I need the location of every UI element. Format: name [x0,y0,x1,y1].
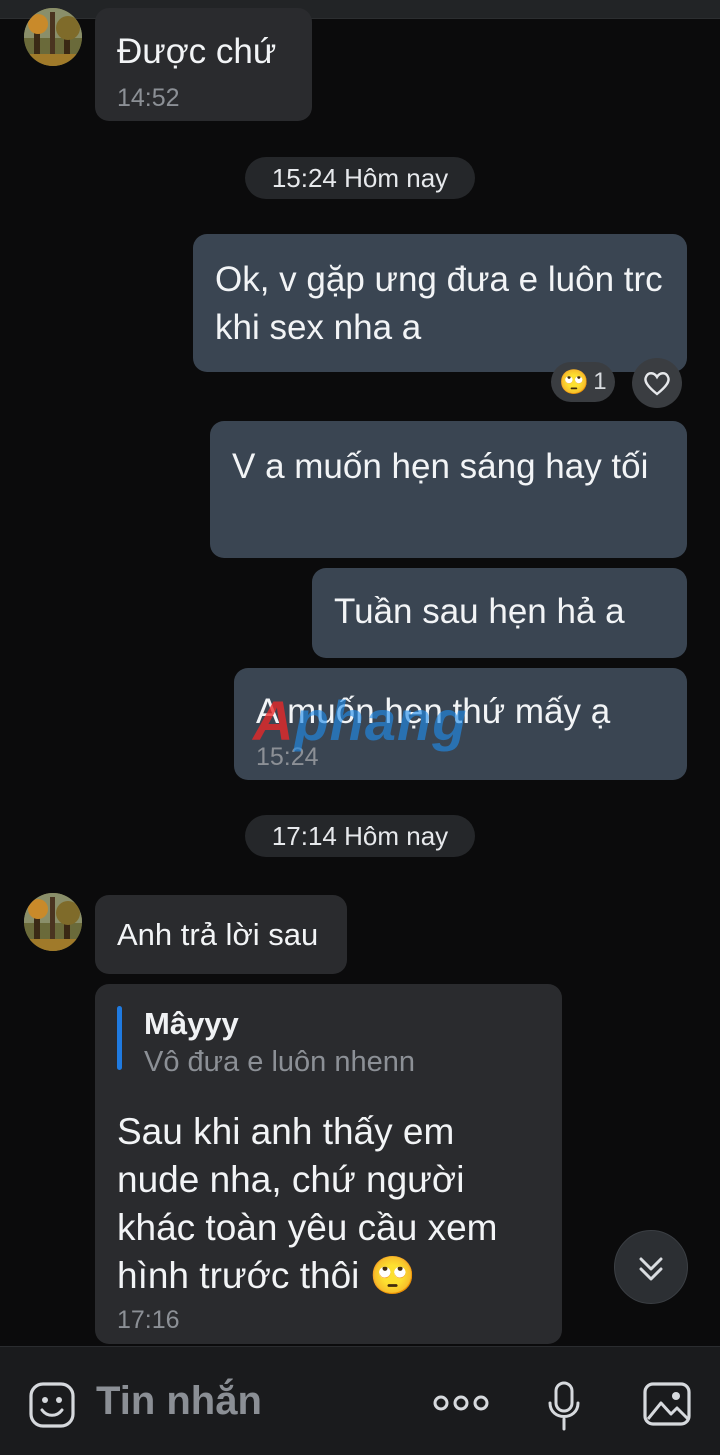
quote-text: Vô đưa e luôn nhenn [144,1046,415,1078]
quote-bar [117,1006,122,1070]
message-text: V a muốn hẹn sáng hay tối [232,447,649,486]
image-icon[interactable] [642,1381,692,1427]
message-bubble-incoming[interactable]: Anh trả lời sau [95,895,347,974]
chevron-down-icon [639,1257,663,1281]
message-text: Được chứ [117,32,277,71]
sticker-icon[interactable] [28,1381,76,1429]
message-text: A muốn hẹn thứ mấy ạ [256,692,611,731]
scroll-to-bottom-button[interactable] [614,1230,688,1304]
contact-avatar[interactable] [24,8,82,66]
message-time: 15:24 [256,743,319,771]
message-emoji: 🙄 [369,1255,416,1296]
contact-avatar[interactable] [24,893,82,951]
message-text: Anh trả lời sau [117,917,319,952]
message-composer: Tin nhắn [0,1346,720,1455]
date-divider: 15:24 Hôm nay [245,157,475,199]
reaction-count: 1 [593,368,607,395]
reaction-emoji: 🙄 [559,368,590,396]
reaction-badge[interactable]: 🙄 1 [551,362,615,402]
heart-icon [644,372,670,396]
message-time: 14:52 [117,84,180,112]
heart-reaction-button[interactable] [632,358,682,408]
message-text: Tuần sau hẹn hả a [334,592,625,631]
message-bubble-outgoing[interactable]: Tuần sau hẹn hả a [312,568,687,658]
date-divider: 17:14 Hôm nay [245,815,475,857]
message-bubble-incoming[interactable]: Được chứ 14:52 [95,8,312,121]
message-text: Ok, v gặp ưng đưa e luôn trc khi sex nha… [215,260,663,347]
message-time: 17:16 [117,1306,180,1334]
avatar-image [24,8,82,66]
message-bubble-incoming[interactable]: Mâyyy Vô đưa e luôn nhenn Sau khi anh th… [95,984,562,1344]
quote-author: Mâyyy [144,1006,239,1041]
message-bubble-outgoing[interactable]: V a muốn hẹn sáng hay tối [210,421,687,558]
microphone-icon[interactable] [546,1381,582,1431]
avatar-image [24,893,82,951]
message-text: Sau khi anh thấy em nude nha, chứ người … [117,1108,544,1300]
more-icon[interactable] [432,1391,490,1415]
message-bubble-outgoing[interactable]: A muốn hẹn thứ mấy ạ 15:24 [234,668,687,780]
message-body: Sau khi anh thấy em nude nha, chứ người … [117,1111,498,1296]
message-input[interactable]: Tin nhắn [96,1379,262,1424]
message-bubble-outgoing[interactable]: Ok, v gặp ưng đưa e luôn trc khi sex nha… [193,234,687,372]
